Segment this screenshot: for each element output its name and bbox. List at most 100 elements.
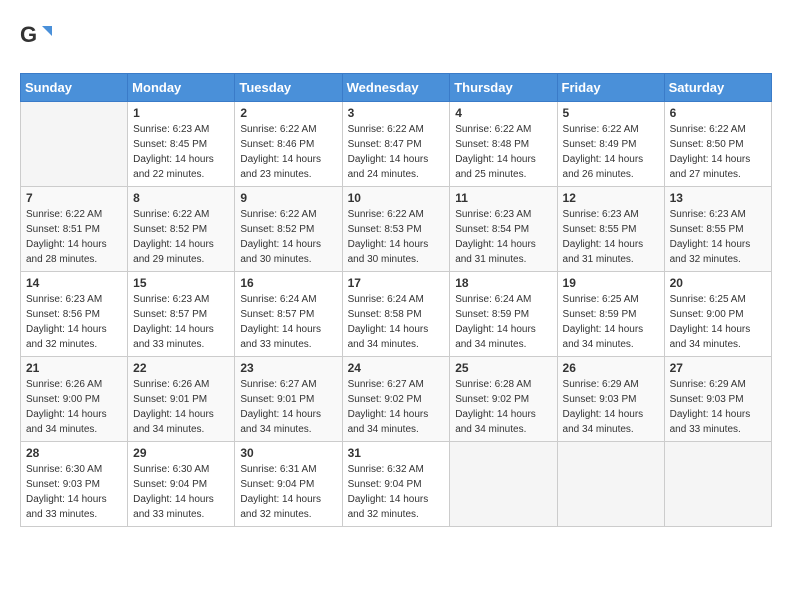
weekday-header-tuesday: Tuesday [235,74,342,102]
daylight-text: Daylight: 14 hours and 30 minutes. [240,239,321,265]
day-number: 3 [348,106,445,120]
day-number: 29 [133,446,229,460]
sunset-text: Sunset: 9:00 PM [670,309,744,320]
day-detail: Sunrise: 6:26 AM Sunset: 9:00 PM Dayligh… [26,377,122,437]
daylight-text: Daylight: 14 hours and 31 minutes. [563,239,644,265]
day-number: 30 [240,446,336,460]
weekday-header-row: SundayMondayTuesdayWednesdayThursdayFrid… [21,74,772,102]
sunset-text: Sunset: 9:04 PM [348,479,422,490]
day-detail: Sunrise: 6:24 AM Sunset: 8:58 PM Dayligh… [348,292,445,352]
day-detail: Sunrise: 6:23 AM Sunset: 8:56 PM Dayligh… [26,292,122,352]
daylight-text: Daylight: 14 hours and 26 minutes. [563,154,644,180]
day-detail: Sunrise: 6:29 AM Sunset: 9:03 PM Dayligh… [563,377,659,437]
sunrise-text: Sunrise: 6:26 AM [26,379,102,390]
daylight-text: Daylight: 14 hours and 33 minutes. [26,494,107,520]
day-detail: Sunrise: 6:30 AM Sunset: 9:04 PM Dayligh… [133,462,229,522]
day-cell [450,442,557,527]
day-number: 8 [133,191,229,205]
daylight-text: Daylight: 14 hours and 34 minutes. [563,324,644,350]
sunrise-text: Sunrise: 6:23 AM [133,294,209,305]
sunset-text: Sunset: 9:03 PM [26,479,100,490]
day-cell: 9 Sunrise: 6:22 AM Sunset: 8:52 PM Dayli… [235,187,342,272]
sunset-text: Sunset: 9:02 PM [455,394,529,405]
sunrise-text: Sunrise: 6:22 AM [348,124,424,135]
sunset-text: Sunset: 8:46 PM [240,139,314,150]
daylight-text: Daylight: 14 hours and 34 minutes. [348,409,429,435]
weekday-header-sunday: Sunday [21,74,128,102]
day-cell: 19 Sunrise: 6:25 AM Sunset: 8:59 PM Dayl… [557,272,664,357]
sunset-text: Sunset: 9:03 PM [670,394,744,405]
day-number: 23 [240,361,336,375]
day-detail: Sunrise: 6:23 AM Sunset: 8:54 PM Dayligh… [455,207,551,267]
day-number: 12 [563,191,659,205]
sunrise-text: Sunrise: 6:27 AM [348,379,424,390]
day-detail: Sunrise: 6:29 AM Sunset: 9:03 PM Dayligh… [670,377,766,437]
day-number: 22 [133,361,229,375]
day-cell: 12 Sunrise: 6:23 AM Sunset: 8:55 PM Dayl… [557,187,664,272]
daylight-text: Daylight: 14 hours and 30 minutes. [348,239,429,265]
day-number: 13 [670,191,766,205]
day-detail: Sunrise: 6:22 AM Sunset: 8:48 PM Dayligh… [455,122,551,182]
day-detail: Sunrise: 6:22 AM Sunset: 8:46 PM Dayligh… [240,122,336,182]
day-cell: 11 Sunrise: 6:23 AM Sunset: 8:54 PM Dayl… [450,187,557,272]
weekday-header-thursday: Thursday [450,74,557,102]
sunrise-text: Sunrise: 6:31 AM [240,464,316,475]
weekday-header-monday: Monday [128,74,235,102]
day-cell: 26 Sunrise: 6:29 AM Sunset: 9:03 PM Dayl… [557,357,664,442]
sunrise-text: Sunrise: 6:29 AM [670,379,746,390]
sunset-text: Sunset: 8:49 PM [563,139,637,150]
day-number: 25 [455,361,551,375]
daylight-text: Daylight: 14 hours and 34 minutes. [563,409,644,435]
sunrise-text: Sunrise: 6:23 AM [670,209,746,220]
day-detail: Sunrise: 6:25 AM Sunset: 8:59 PM Dayligh… [563,292,659,352]
sunrise-text: Sunrise: 6:29 AM [563,379,639,390]
day-detail: Sunrise: 6:27 AM Sunset: 9:01 PM Dayligh… [240,377,336,437]
daylight-text: Daylight: 14 hours and 32 minutes. [348,494,429,520]
day-detail: Sunrise: 6:24 AM Sunset: 8:57 PM Dayligh… [240,292,336,352]
day-number: 4 [455,106,551,120]
week-row-4: 21 Sunrise: 6:26 AM Sunset: 9:00 PM Dayl… [21,357,772,442]
day-number: 21 [26,361,122,375]
weekday-header-friday: Friday [557,74,664,102]
day-number: 6 [670,106,766,120]
day-cell [664,442,771,527]
day-number: 9 [240,191,336,205]
day-cell: 10 Sunrise: 6:22 AM Sunset: 8:53 PM Dayl… [342,187,450,272]
weekday-header-saturday: Saturday [664,74,771,102]
sunset-text: Sunset: 8:54 PM [455,224,529,235]
day-number: 18 [455,276,551,290]
day-number: 28 [26,446,122,460]
sunrise-text: Sunrise: 6:22 AM [240,124,316,135]
week-row-3: 14 Sunrise: 6:23 AM Sunset: 8:56 PM Dayl… [21,272,772,357]
sunset-text: Sunset: 9:04 PM [240,479,314,490]
sunrise-text: Sunrise: 6:30 AM [133,464,209,475]
sunrise-text: Sunrise: 6:24 AM [455,294,531,305]
day-cell: 8 Sunrise: 6:22 AM Sunset: 8:52 PM Dayli… [128,187,235,272]
header: G [20,20,772,57]
sunset-text: Sunset: 8:50 PM [670,139,744,150]
sunset-text: Sunset: 8:59 PM [563,309,637,320]
sunset-text: Sunset: 8:56 PM [26,309,100,320]
sunset-text: Sunset: 9:00 PM [26,394,100,405]
day-cell: 28 Sunrise: 6:30 AM Sunset: 9:03 PM Dayl… [21,442,128,527]
daylight-text: Daylight: 14 hours and 34 minutes. [133,409,214,435]
day-cell: 3 Sunrise: 6:22 AM Sunset: 8:47 PM Dayli… [342,102,450,187]
day-detail: Sunrise: 6:27 AM Sunset: 9:02 PM Dayligh… [348,377,445,437]
day-number: 24 [348,361,445,375]
day-detail: Sunrise: 6:22 AM Sunset: 8:51 PM Dayligh… [26,207,122,267]
sunset-text: Sunset: 8:55 PM [563,224,637,235]
day-cell: 7 Sunrise: 6:22 AM Sunset: 8:51 PM Dayli… [21,187,128,272]
daylight-text: Daylight: 14 hours and 28 minutes. [26,239,107,265]
sunrise-text: Sunrise: 6:30 AM [26,464,102,475]
sunrise-text: Sunrise: 6:22 AM [670,124,746,135]
day-number: 14 [26,276,122,290]
day-cell: 6 Sunrise: 6:22 AM Sunset: 8:50 PM Dayli… [664,102,771,187]
sunrise-text: Sunrise: 6:23 AM [563,209,639,220]
sunrise-text: Sunrise: 6:23 AM [133,124,209,135]
sunset-text: Sunset: 8:57 PM [133,309,207,320]
day-detail: Sunrise: 6:31 AM Sunset: 9:04 PM Dayligh… [240,462,336,522]
daylight-text: Daylight: 14 hours and 34 minutes. [26,409,107,435]
sunrise-text: Sunrise: 6:23 AM [26,294,102,305]
day-detail: Sunrise: 6:25 AM Sunset: 9:00 PM Dayligh… [670,292,766,352]
day-cell: 20 Sunrise: 6:25 AM Sunset: 9:00 PM Dayl… [664,272,771,357]
